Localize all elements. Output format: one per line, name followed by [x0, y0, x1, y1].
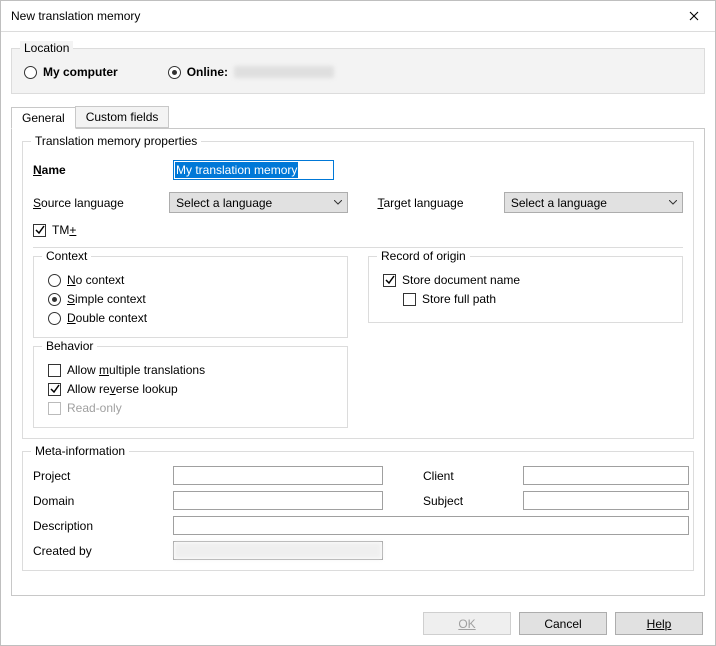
dialog-button-row: OK Cancel Help [1, 602, 715, 645]
checkbox-icon [48, 383, 61, 396]
close-button[interactable] [673, 1, 715, 31]
my-computer-label: My computer [43, 65, 118, 79]
checkbox-icon [33, 224, 46, 237]
client-input[interactable] [523, 466, 689, 485]
radio-icon [24, 66, 37, 79]
name-input[interactable] [173, 160, 334, 180]
title-bar: New translation memory [1, 1, 715, 32]
tm-plus-label: TM+ [52, 223, 76, 237]
tab-strip: General Custom fields [11, 106, 705, 128]
radio-icon [48, 274, 61, 287]
tab-custom-fields[interactable]: Custom fields [75, 106, 170, 128]
subject-label: Subject [423, 494, 523, 508]
close-icon [689, 11, 699, 21]
domain-label: Domain [33, 494, 173, 508]
store-doc-label: Store document name [402, 273, 520, 287]
source-language-value: Select a language [176, 196, 272, 210]
allow-multiple-translations-checkbox[interactable]: Allow multiple translations [48, 363, 333, 377]
allow-multiple-label: Allow multiple translations [67, 363, 205, 377]
radio-simple-context[interactable]: Simple context [48, 292, 333, 306]
location-group: Location My computer Online: [11, 48, 705, 94]
record-of-origin-group: Record of origin Store document name Sto… [368, 256, 683, 323]
new-translation-memory-dialog: New translation memory Location My compu… [0, 0, 716, 646]
subject-input[interactable] [523, 491, 689, 510]
context-group: Context No context Simple context [33, 256, 348, 338]
project-input[interactable] [173, 466, 383, 485]
target-language-combo[interactable]: Select a language [504, 192, 683, 213]
description-input[interactable] [173, 516, 689, 535]
project-label: Project [33, 469, 173, 483]
ok-button: OK [423, 612, 511, 635]
help-button[interactable]: Help [615, 612, 703, 635]
meta-information-group: Meta-information Project Client Domain S… [22, 451, 694, 571]
properties-group: Translation memory properties Name My tr… [22, 141, 694, 439]
online-server-redacted [234, 66, 334, 78]
dialog-title: New translation memory [11, 9, 673, 23]
online-label: Online: [187, 65, 228, 79]
read-only-checkbox: Read-only [48, 401, 333, 415]
tm-plus-checkbox[interactable]: TM+ [33, 223, 683, 237]
allow-reverse-label: Allow reverse lookup [67, 382, 178, 396]
radio-no-context[interactable]: No context [48, 273, 333, 287]
target-language-value: Select a language [511, 196, 607, 210]
double-context-label: Double context [67, 311, 147, 325]
created-by-label: Created by [33, 544, 173, 558]
checkbox-icon [403, 293, 416, 306]
store-full-path-checkbox[interactable]: Store full path [403, 292, 668, 306]
behavior-legend: Behavior [42, 339, 97, 353]
radio-online[interactable]: Online: [168, 65, 334, 79]
checkbox-icon [48, 364, 61, 377]
store-full-path-label: Store full path [422, 292, 496, 306]
read-only-label: Read-only [67, 401, 122, 415]
tab-general[interactable]: General [11, 107, 76, 129]
source-language-label: Source language [33, 196, 169, 210]
target-language-label: Target language [377, 196, 503, 210]
context-legend: Context [42, 249, 91, 263]
radio-double-context[interactable]: Double context [48, 311, 333, 325]
meta-legend: Meta-information [31, 444, 129, 458]
created-by-input[interactable] [173, 541, 383, 560]
allow-reverse-lookup-checkbox[interactable]: Allow reverse lookup [48, 382, 333, 396]
chevron-down-icon [669, 200, 677, 205]
radio-icon [48, 312, 61, 325]
name-label: Name [33, 163, 173, 177]
record-legend: Record of origin [377, 249, 470, 263]
location-legend: Location [20, 41, 73, 55]
radio-my-computer[interactable]: My computer [24, 65, 118, 79]
client-label: Client [423, 469, 523, 483]
radio-icon [48, 293, 61, 306]
domain-input[interactable] [173, 491, 383, 510]
checkbox-icon [383, 274, 396, 287]
description-label: Description [33, 519, 173, 533]
behavior-group: Behavior Allow multiple translations All… [33, 346, 348, 428]
chevron-down-icon [334, 200, 342, 205]
checkbox-icon [48, 402, 61, 415]
tab-page-general: Translation memory properties Name My tr… [11, 128, 705, 596]
radio-icon [168, 66, 181, 79]
cancel-button[interactable]: Cancel [519, 612, 607, 635]
store-document-name-checkbox[interactable]: Store document name [383, 273, 668, 287]
properties-legend: Translation memory properties [31, 134, 201, 148]
simple-context-label: Simple context [67, 292, 146, 306]
source-language-combo[interactable]: Select a language [169, 192, 348, 213]
no-context-label: No context [67, 273, 124, 287]
